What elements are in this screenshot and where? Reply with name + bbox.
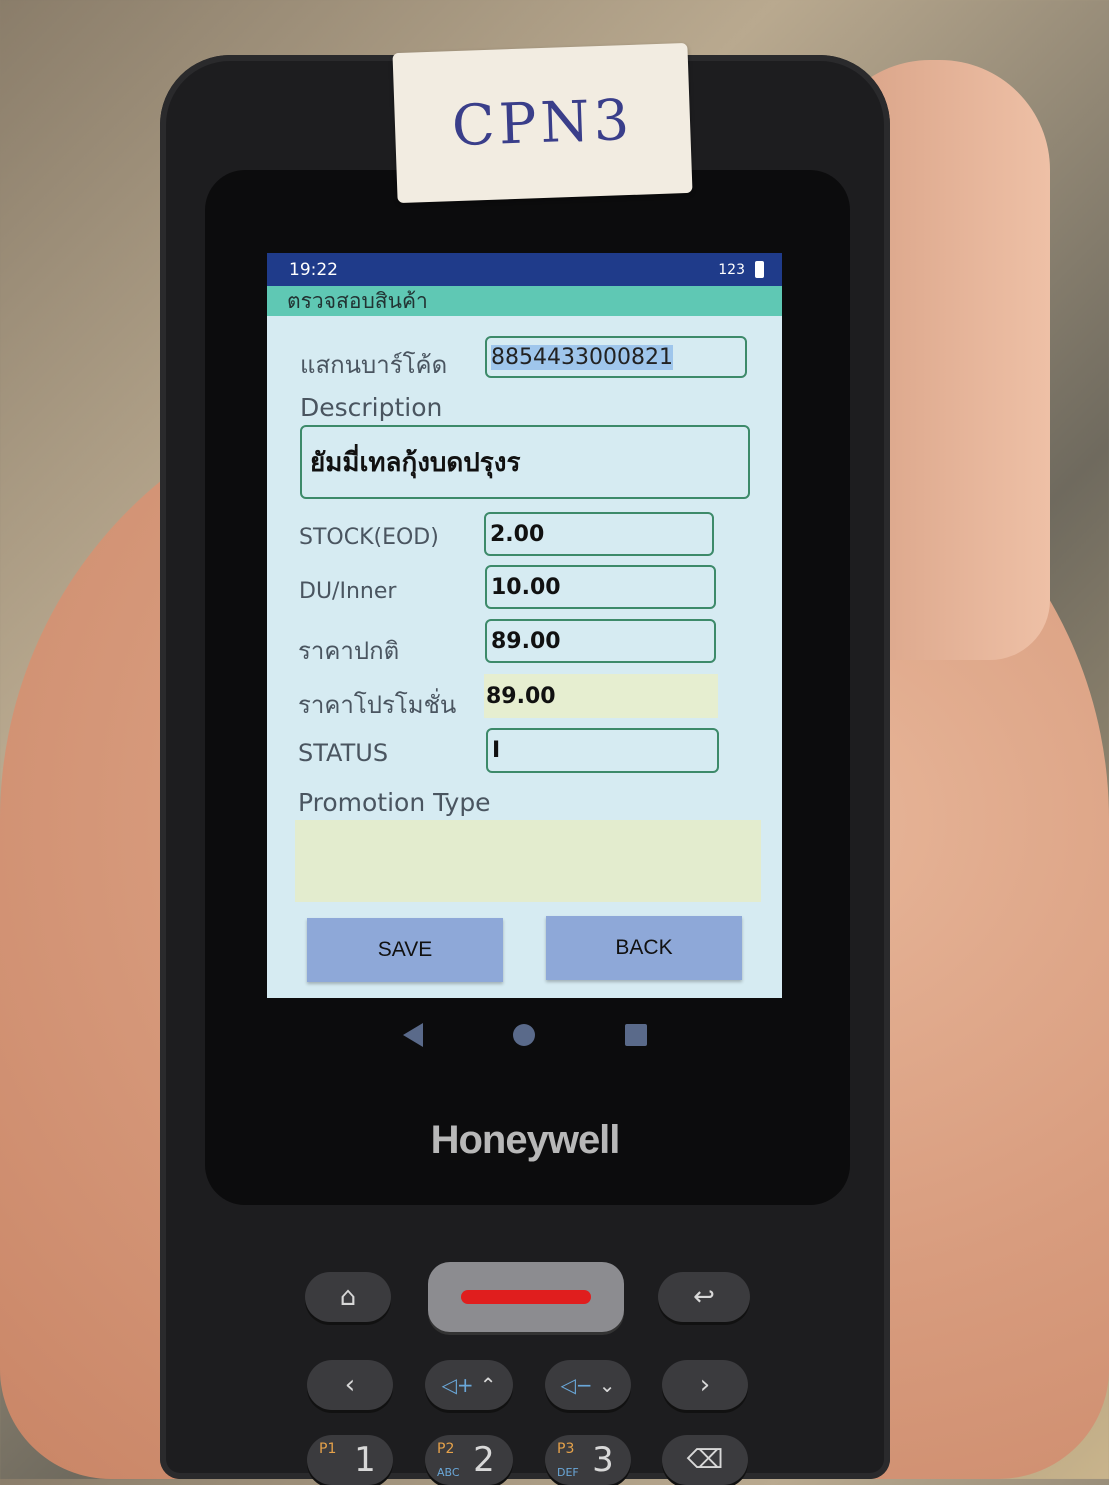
- scan-led-icon: [461, 1290, 591, 1304]
- status-icons: 123: [718, 261, 764, 278]
- nav-home-icon[interactable]: [512, 1024, 535, 1046]
- right-key[interactable]: ›: [662, 1360, 748, 1410]
- app-screen: 19:22 123 ตรวจสอบสินค้า แสกนบาร์โค้ด 885…: [267, 253, 782, 998]
- volume-down-icon: ◁−: [560, 1373, 593, 1397]
- barcode-label: แสกนบาร์โค้ด: [300, 351, 448, 379]
- home-icon: ⌂: [339, 1282, 357, 1312]
- key-1-digit: 1: [354, 1440, 376, 1480]
- nav-recent-apps-icon[interactable]: [624, 1024, 647, 1046]
- status-input[interactable]: I: [486, 728, 719, 773]
- normal-price-label: ราคาปกติ: [298, 637, 400, 665]
- promo-price-label: ราคาโปรโมชั่น: [298, 691, 457, 719]
- du-inner-label: DU/Inner: [299, 579, 397, 604]
- status-bar: 19:22 123: [267, 253, 782, 286]
- chevron-right-icon: ›: [699, 1370, 711, 1400]
- promotion-type-label: Promotion Type: [298, 788, 491, 817]
- barcode-input[interactable]: 8854433000821: [485, 336, 747, 378]
- android-nav-bar: [267, 1000, 782, 1070]
- home-key[interactable]: ⌂: [305, 1272, 391, 1322]
- back-button[interactable]: BACK: [546, 916, 742, 980]
- volume-up-key[interactable]: ◁+ ⌃: [425, 1360, 513, 1410]
- promo-price-value: 89.00: [486, 683, 556, 709]
- description-label: Description: [300, 393, 443, 422]
- description-value: ยัมมี่เทลกุ้งบดปรุงร: [310, 447, 521, 478]
- key-p3-label: P3: [557, 1441, 575, 1457]
- du-inner-input[interactable]: 10.00: [485, 565, 716, 609]
- chevron-down-icon: ⌄: [598, 1373, 616, 1397]
- left-key[interactable]: ‹: [307, 1360, 393, 1410]
- battery-icon: [755, 261, 764, 278]
- key-def-label: DEF: [557, 1466, 579, 1479]
- promo-price-field: 89.00: [484, 674, 718, 718]
- barcode-value: 8854433000821: [491, 344, 673, 370]
- status-time: 19:22: [289, 259, 338, 280]
- description-field[interactable]: ยัมมี่เทลกุ้งบดปรุงร: [300, 425, 750, 499]
- key-3-digit: 3: [592, 1440, 614, 1480]
- key-3[interactable]: P3 DEF 3: [545, 1435, 631, 1485]
- key-2-digit: 2: [473, 1440, 495, 1480]
- normal-price-value: 89.00: [491, 628, 561, 654]
- stock-value: 2.00: [490, 521, 545, 547]
- app-title: ตรวจสอบสินค้า: [287, 288, 428, 313]
- brand-logo: Honeywell: [430, 1118, 621, 1162]
- backspace-key[interactable]: ⌫: [662, 1435, 748, 1485]
- save-button[interactable]: SAVE: [307, 918, 503, 982]
- key-abc-label: ABC: [437, 1466, 460, 1479]
- status-label: STATUS: [298, 739, 389, 767]
- key-1[interactable]: P1 1: [307, 1435, 393, 1485]
- scan-trigger-key[interactable]: [428, 1262, 624, 1332]
- chevron-up-icon: ⌃: [479, 1373, 497, 1397]
- stock-input[interactable]: 2.00: [484, 512, 714, 556]
- device-tag-label: CPN3: [392, 42, 693, 204]
- key-p1-label: P1: [319, 1441, 337, 1457]
- stock-label: STOCK(EOD): [299, 525, 439, 550]
- nav-back-icon[interactable]: [402, 1023, 423, 1047]
- backspace-icon: ⌫: [686, 1445, 724, 1475]
- app-title-bar: ตรวจสอบสินค้า: [267, 286, 782, 316]
- chevron-left-icon: ‹: [344, 1370, 356, 1400]
- volume-down-key[interactable]: ◁− ⌄: [545, 1360, 631, 1410]
- input-mode-indicator: 123: [718, 261, 745, 278]
- normal-price-input[interactable]: 89.00: [485, 619, 716, 663]
- volume-up-icon: ◁+: [441, 1373, 474, 1397]
- return-key[interactable]: ↩: [658, 1272, 750, 1322]
- device-tag-text: CPN3: [450, 87, 635, 159]
- return-arrow-icon: ↩: [693, 1282, 715, 1312]
- key-p2-label: P2: [437, 1441, 455, 1457]
- key-2[interactable]: P2 ABC 2: [425, 1435, 513, 1485]
- promotion-type-field[interactable]: [295, 820, 761, 902]
- status-value: I: [492, 738, 501, 763]
- du-inner-value: 10.00: [491, 574, 561, 600]
